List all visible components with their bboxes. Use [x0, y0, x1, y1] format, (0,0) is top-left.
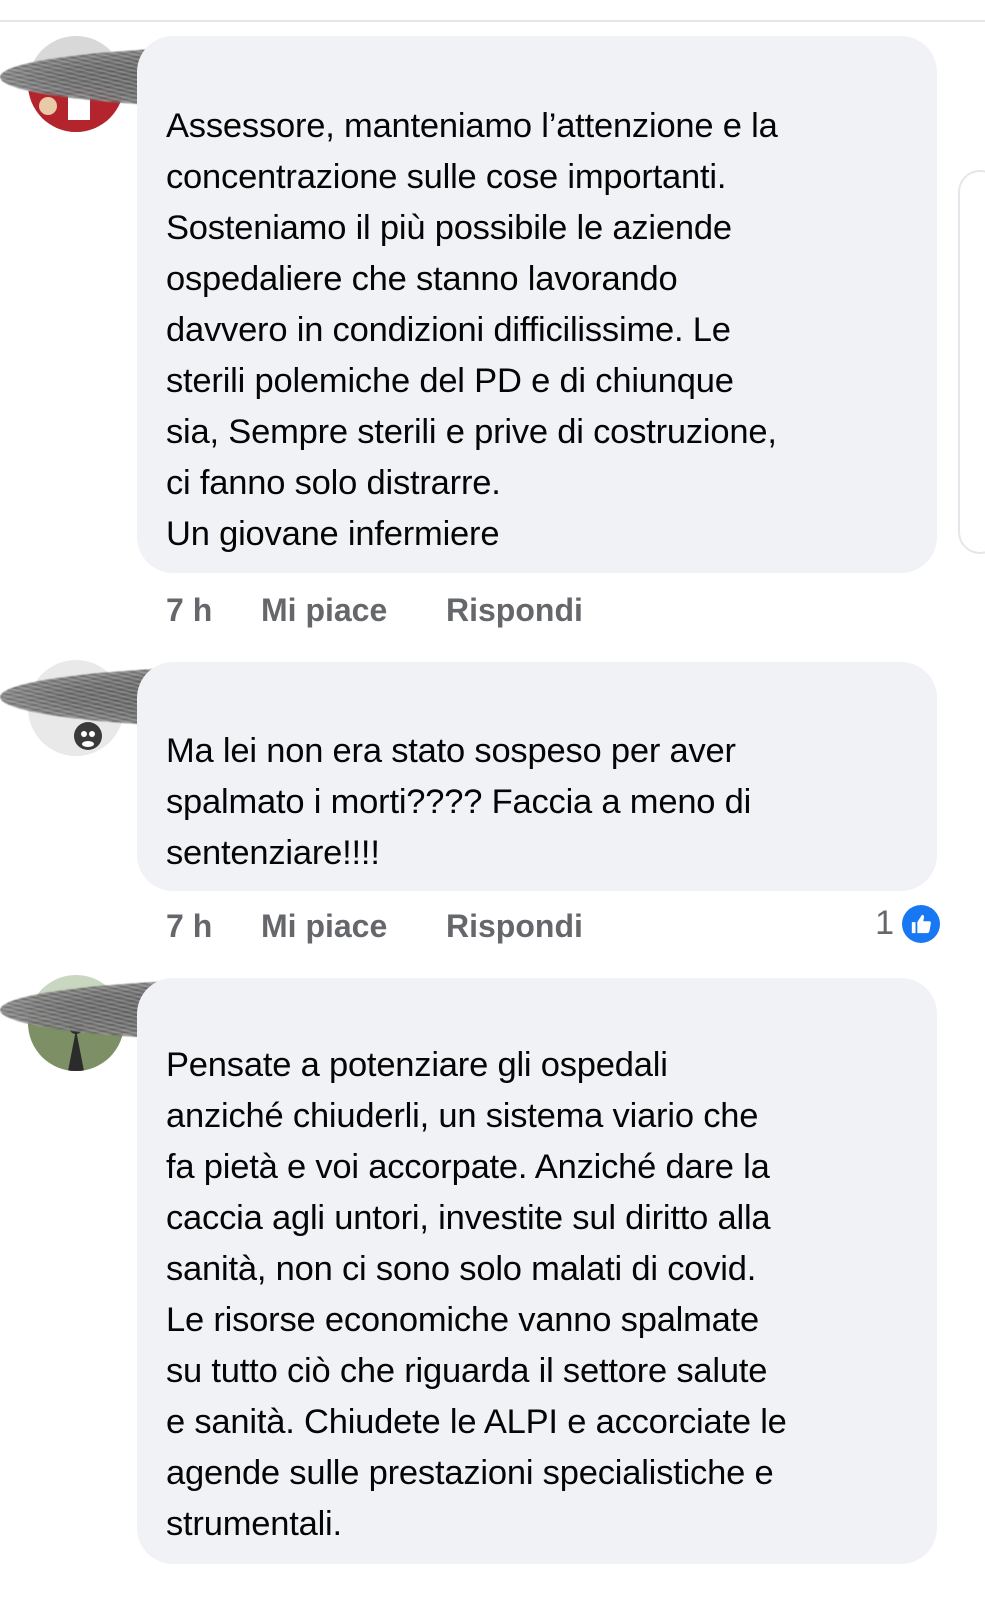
- top-divider: [0, 20, 985, 22]
- adjacent-bubble-edge: [958, 170, 985, 554]
- comment-text: Pensate a potenziare gli ospedali anzich…: [166, 1046, 787, 1543]
- comment-bubble[interactable]: Assessore, manteniamo l’attenzione e la …: [137, 36, 937, 573]
- comment-text: Ma lei non era stato sospeso per aver sp…: [166, 732, 752, 872]
- like-button[interactable]: Mi piace: [261, 592, 446, 629]
- comment-actions: 7 h Mi piace Rispondi: [166, 590, 583, 630]
- comment-time[interactable]: 7 h: [166, 592, 261, 629]
- thumbs-up-icon: [902, 904, 940, 943]
- reply-button[interactable]: Rispondi: [446, 592, 583, 629]
- comment-bubble[interactable]: Ma lei non era stato sospeso per aver sp…: [137, 662, 937, 891]
- reaction-count: 1: [875, 904, 894, 942]
- like-button[interactable]: Mi piace: [261, 908, 446, 945]
- reply-button[interactable]: Rispondi: [446, 908, 583, 945]
- comment-bubble[interactable]: Pensate a potenziare gli ospedali anzich…: [137, 978, 937, 1564]
- reaction-summary[interactable]: 1: [875, 904, 940, 943]
- comment-time[interactable]: 7 h: [166, 908, 261, 945]
- comment-actions: 7 h Mi piace Rispondi: [166, 906, 583, 946]
- comments-screen: Assessore, manteniamo l’attenzione e la …: [0, 0, 985, 1599]
- comment-text: Assessore, manteniamo l’attenzione e la …: [166, 107, 778, 553]
